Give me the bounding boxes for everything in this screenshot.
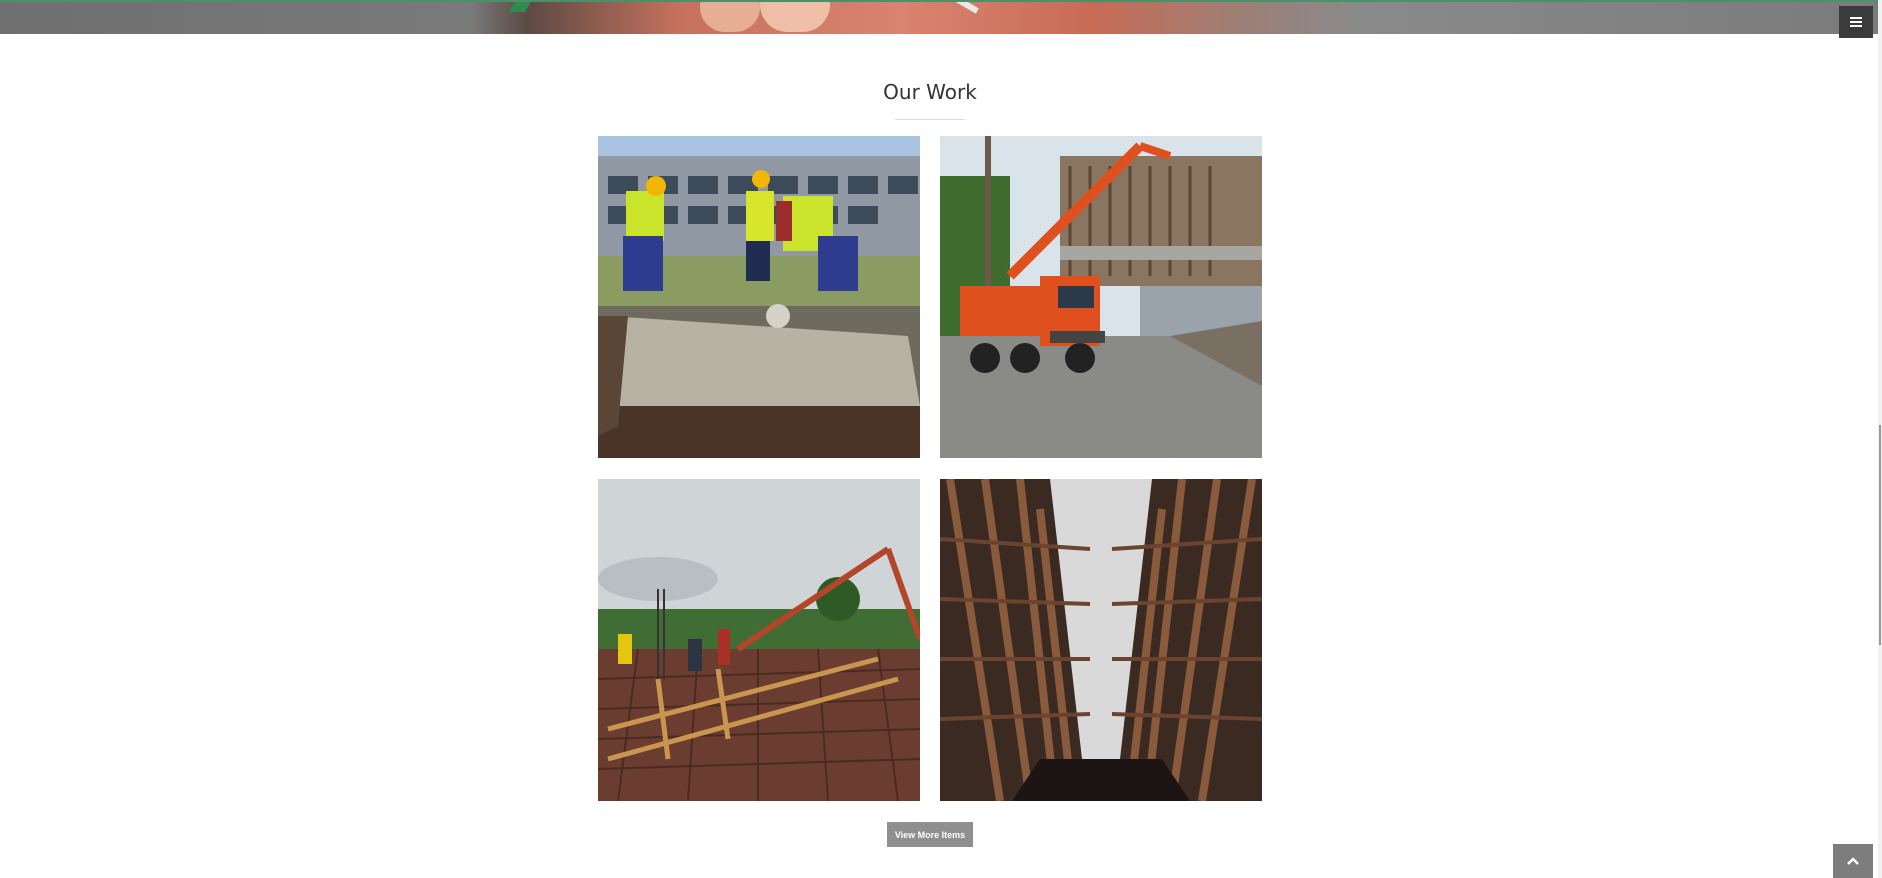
title-underline [895, 119, 965, 120]
photo-formwork [940, 479, 1262, 801]
photo-workers-concrete [598, 136, 920, 458]
photo-rebar-slab [598, 479, 920, 801]
hero-decoration [700, 2, 760, 32]
scrollbar-thumb[interactable] [1879, 425, 1881, 645]
page-scrollbar[interactable] [1878, 0, 1882, 878]
section-title: Our Work [883, 80, 977, 104]
scroll-to-top-button[interactable] [1833, 844, 1873, 878]
gallery-item-3[interactable] [598, 479, 920, 801]
hero-decoration [509, 2, 531, 12]
hero-decoration [760, 2, 830, 32]
gallery-item-1[interactable] [598, 136, 920, 458]
hamburger-icon [1850, 15, 1862, 29]
view-more-button[interactable]: View More Items [887, 822, 973, 847]
hero-image-strip [0, 0, 1882, 34]
gallery-item-4[interactable] [940, 479, 1262, 801]
page: Our Work View More Items [0, 0, 1882, 878]
chevron-up-icon [1847, 857, 1859, 865]
photo-pump-truck [940, 136, 1262, 458]
menu-button[interactable] [1839, 6, 1873, 38]
hero-decoration [941, 2, 979, 14]
gallery-item-2[interactable] [940, 136, 1262, 458]
